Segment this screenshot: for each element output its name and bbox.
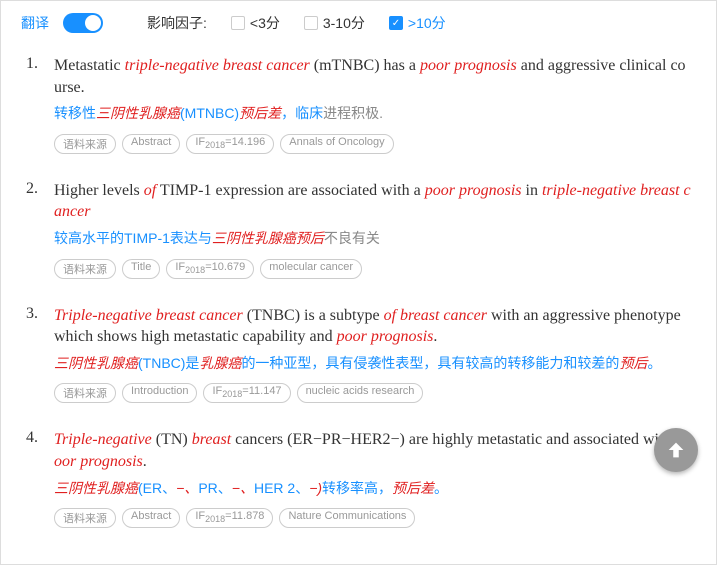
english-sentence: Triple-negative breast cancer (TNBC) is … [54, 305, 691, 348]
translate-label: 翻译 [21, 13, 49, 33]
result-entry: 3.Triple-negative breast cancer (TNBC) i… [26, 305, 691, 404]
entry-number: 1. [26, 55, 44, 154]
tag-pill[interactable]: IF2018=11.878 [186, 508, 273, 528]
tag-pill[interactable]: nucleic acids research [297, 383, 424, 403]
filter-checkbox[interactable]: 3-10分 [304, 13, 365, 33]
results-list: 1.Metastatic triple-negative breast canc… [1, 45, 716, 574]
checkbox-icon [304, 16, 318, 30]
tag-row: 语料来源 Abstract IF2018=11.878 Nature Communic… [54, 508, 691, 528]
english-sentence: Higher levels of TIMP-1 expression are a… [54, 180, 691, 223]
filter-checkbox[interactable]: ✓ >10分 [389, 13, 446, 33]
chinese-translation: 较高水平的TIMP-1表达与三阴性乳腺癌预后不良有关 [54, 229, 691, 249]
entry-number: 4. [26, 429, 44, 528]
scroll-to-top-button[interactable] [654, 428, 698, 472]
tag-pill[interactable]: 语料来源 [54, 508, 116, 528]
tag-row: 语料来源 Introduction IF2018=11.147 nucleic aci… [54, 383, 691, 403]
result-entry: 1.Metastatic triple-negative breast canc… [26, 55, 691, 154]
entry-body: Metastatic triple-negative breast cancer… [54, 55, 691, 154]
tag-pill[interactable]: IF2018=11.147 [203, 383, 290, 403]
filter-checkbox[interactable]: <3分 [231, 13, 280, 33]
entry-number: 3. [26, 305, 44, 404]
tag-pill[interactable]: Abstract [122, 134, 180, 154]
tag-pill[interactable]: Annals of Oncology [280, 134, 393, 154]
tag-pill[interactable]: IF2018=14.196 [186, 134, 274, 154]
tag-pill[interactable]: IF2018=10.679 [166, 259, 254, 279]
filter-label: >10分 [408, 13, 446, 33]
tag-pill[interactable]: Introduction [122, 383, 197, 403]
tag-pill[interactable]: Nature Communications [279, 508, 415, 528]
tag-pill[interactable]: molecular cancer [260, 259, 362, 279]
checkbox-icon: ✓ [389, 16, 403, 30]
tag-pill[interactable]: Title [122, 259, 160, 279]
entry-body: Higher levels of TIMP-1 expression are a… [54, 180, 691, 279]
translate-toggle[interactable] [63, 13, 103, 33]
tag-row: 语料来源 Title IF2018=10.679 molecular cancer [54, 259, 691, 279]
arrow-up-icon [665, 439, 687, 461]
chinese-translation: 转移性三阴性乳腺癌(MTNBC)预后差，临床进程积极. [54, 104, 691, 124]
entry-body: Triple-negative (TN) breast cancers (ER−… [54, 429, 691, 528]
tag-pill[interactable]: 语料来源 [54, 383, 116, 403]
filter-label: <3分 [250, 13, 280, 33]
impact-factor-label: 影响因子: [147, 13, 207, 33]
entry-body: Triple-negative breast cancer (TNBC) is … [54, 305, 691, 404]
english-sentence: Metastatic triple-negative breast cancer… [54, 55, 691, 98]
top-filter-bar: 翻译 影响因子: <3分 3-10分 ✓ >10分 [1, 1, 716, 45]
chinese-translation: 三阴性乳腺癌(TNBC)是乳腺癌的一种亚型，具有侵袭性表型，具有较高的转移能力和… [54, 354, 691, 374]
english-sentence: Triple-negative (TN) breast cancers (ER−… [54, 429, 691, 472]
result-entry: 4.Triple-negative (TN) breast cancers (E… [26, 429, 691, 528]
filter-label: 3-10分 [323, 13, 365, 33]
tag-pill[interactable]: 语料来源 [54, 134, 116, 154]
result-entry: 2.Higher levels of TIMP-1 expression are… [26, 180, 691, 279]
checkbox-icon [231, 16, 245, 30]
tag-pill[interactable]: 语料来源 [54, 259, 116, 279]
chinese-translation: 三阴性乳腺癌(ER、−、PR、−、HER 2、−)转移率高，预后差。 [54, 479, 691, 499]
tag-pill[interactable]: Abstract [122, 508, 180, 528]
tag-row: 语料来源 Abstract IF2018=14.196 Annals of Oncol… [54, 134, 691, 154]
entry-number: 2. [26, 180, 44, 279]
